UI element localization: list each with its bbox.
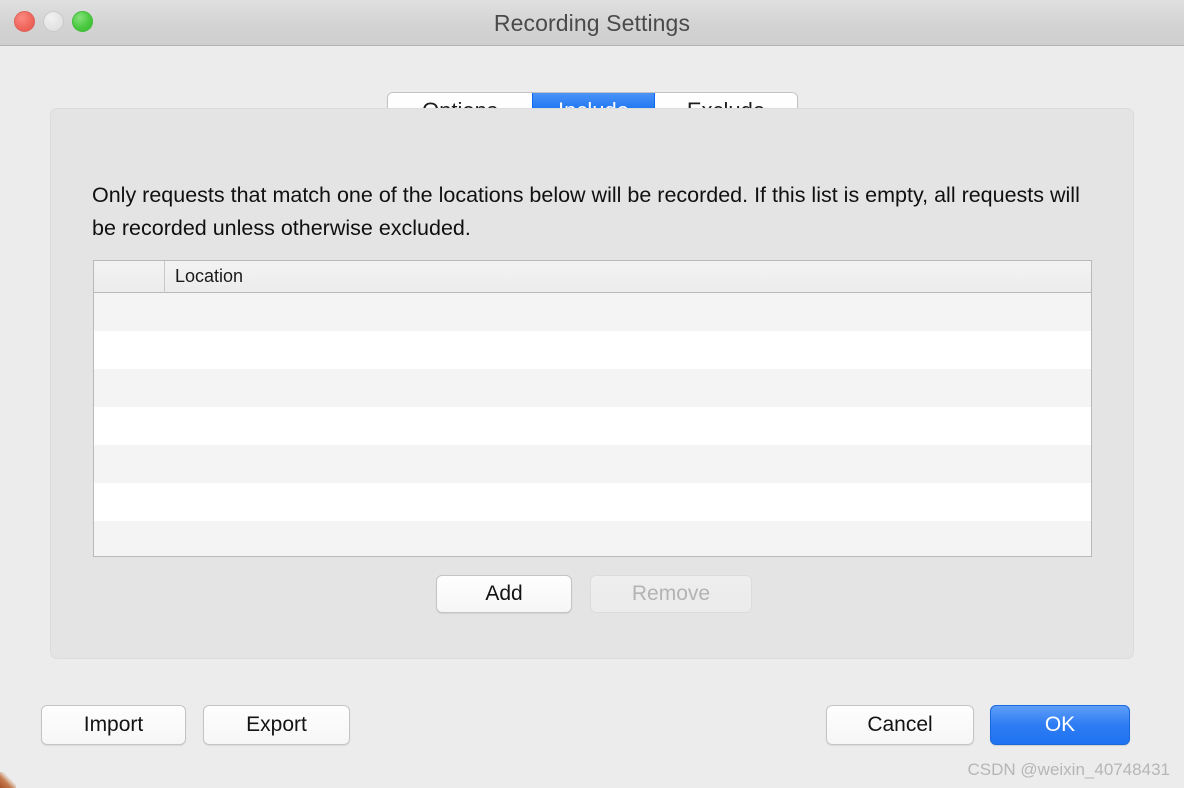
table-row[interactable] — [94, 445, 1091, 483]
corner-artifact — [0, 772, 16, 788]
title-bar: Recording Settings — [0, 0, 1184, 46]
remove-button: Remove — [590, 575, 752, 613]
table-header-row: Location — [94, 261, 1091, 293]
add-button[interactable]: Add — [436, 575, 572, 613]
table-row[interactable] — [94, 331, 1091, 369]
recording-settings-window: Recording Settings Options Include Exclu… — [0, 0, 1184, 788]
include-panel: Only requests that match one of the loca… — [50, 108, 1134, 659]
panel-description: Only requests that match one of the loca… — [92, 183, 1080, 240]
import-button[interactable]: Import — [41, 705, 186, 745]
table-row[interactable] — [94, 293, 1091, 331]
table-column-header-location[interactable]: Location — [165, 261, 1091, 293]
table-column-header-enabled[interactable] — [94, 261, 165, 293]
cancel-button[interactable]: Cancel — [826, 705, 974, 745]
window-title: Recording Settings — [493, 10, 691, 36]
table-row[interactable] — [94, 521, 1091, 556]
table-row[interactable] — [94, 483, 1091, 521]
locations-table[interactable]: Location — [93, 260, 1092, 557]
table-row[interactable] — [94, 369, 1091, 407]
table-row[interactable] — [94, 407, 1091, 445]
ok-button[interactable]: OK — [990, 705, 1130, 745]
export-button[interactable]: Export — [203, 705, 350, 745]
table-body[interactable] — [94, 293, 1091, 556]
watermark-text: CSDN @weixin_40748431 — [967, 760, 1170, 779]
